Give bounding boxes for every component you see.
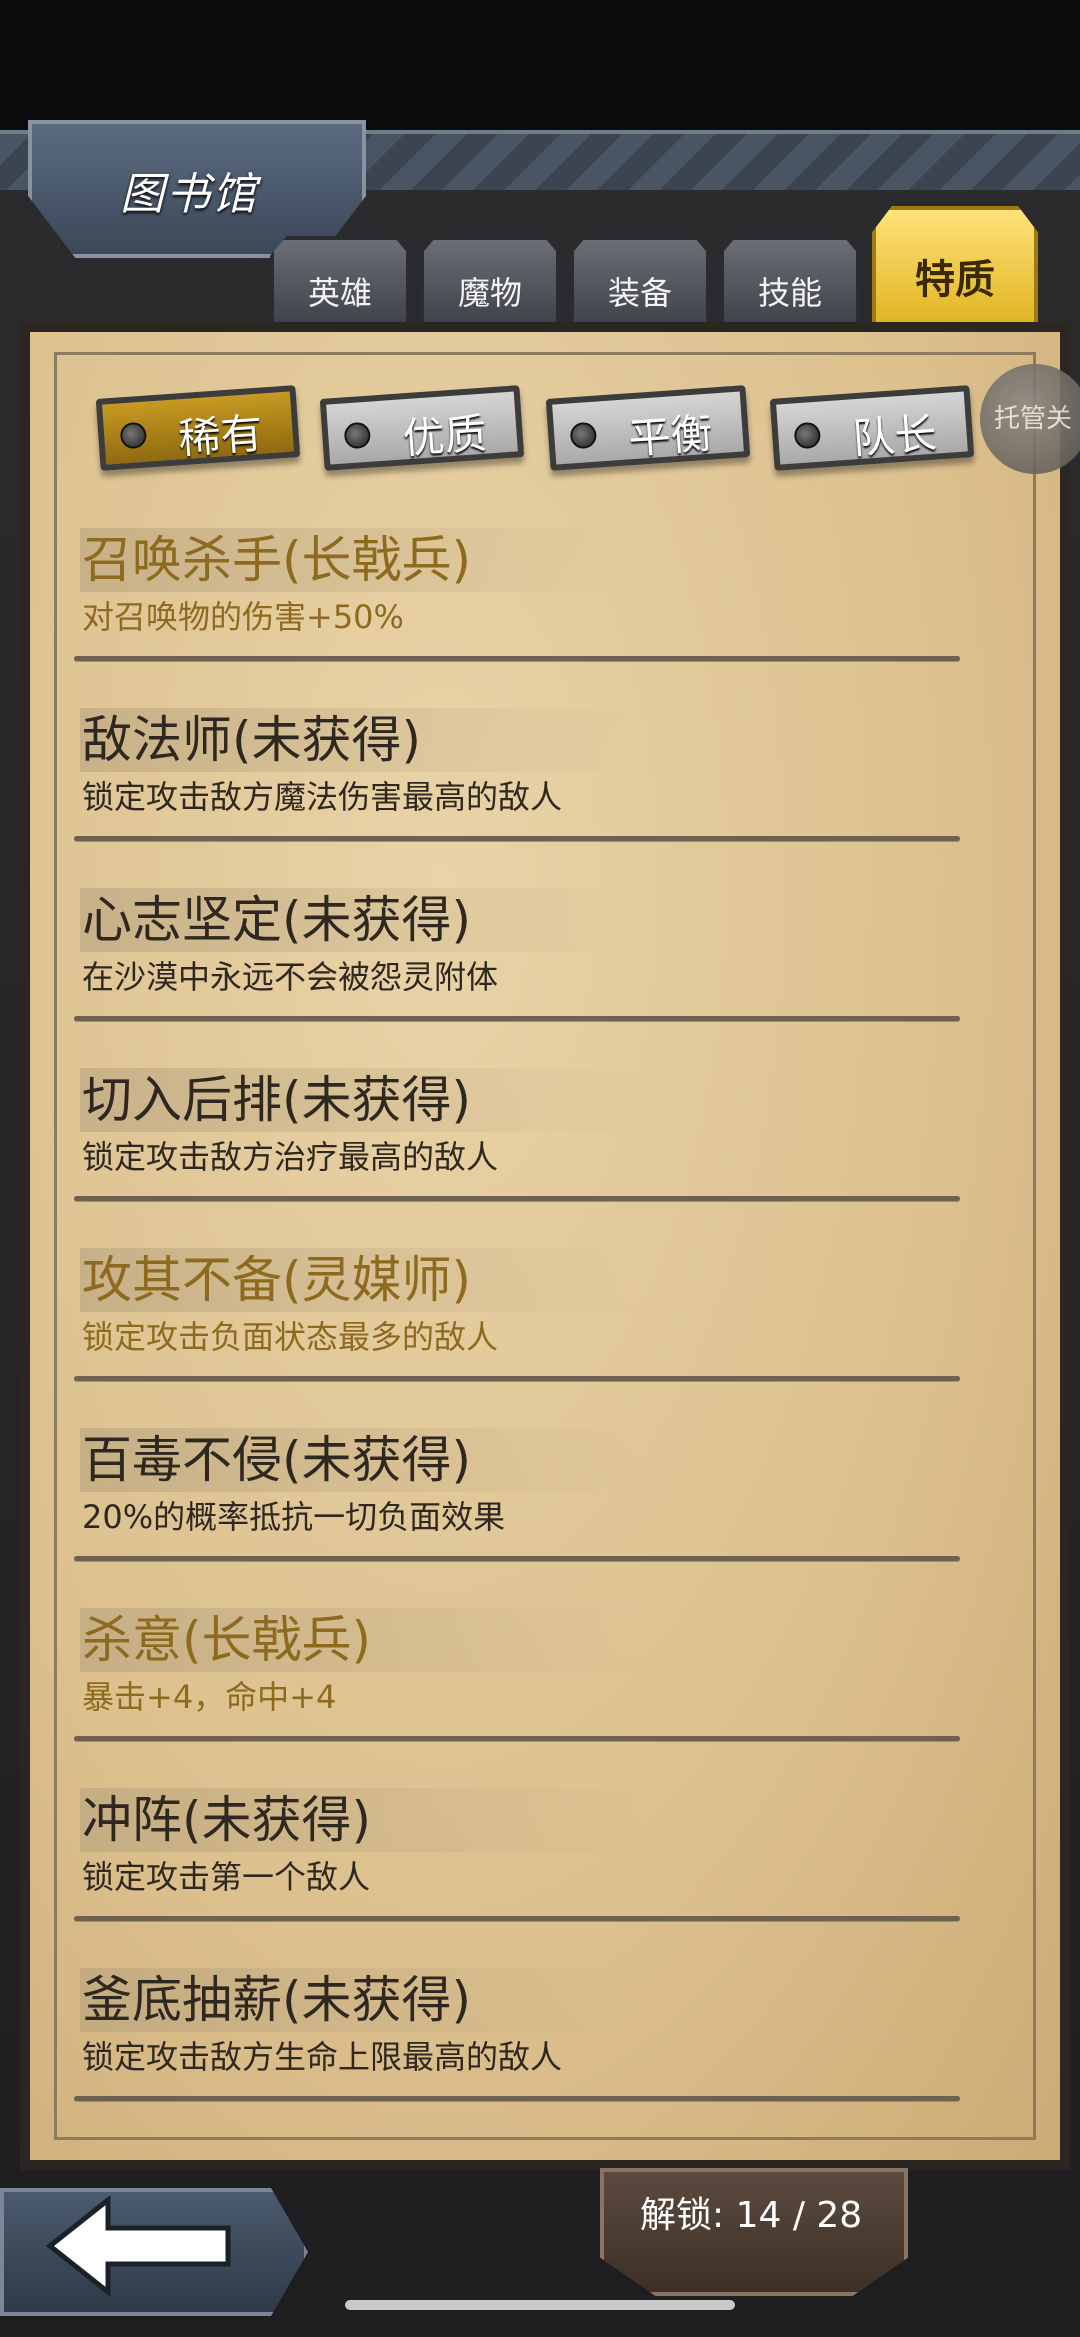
tab-label: 装备 — [607, 274, 672, 312]
subtab-label: 优质 — [400, 408, 489, 464]
trait-name: 敌法师(未获得) — [82, 711, 422, 769]
trait-item[interactable]: 心志坚定(未获得) 在沙漠中永远不会被怨灵附体 — [74, 880, 960, 1060]
tab-label: 技能 — [757, 274, 822, 312]
trait-desc: 锁定攻击敌方生命上限最高的敌人 — [82, 2038, 563, 2076]
subtab-label: 队长 — [850, 408, 939, 464]
trait-item[interactable]: 切入后排(未获得) 锁定攻击敌方治疗最高的敌人 — [74, 1060, 960, 1240]
rivet-icon — [793, 421, 822, 450]
trait-desc: 对召唤物的伤害+50% — [82, 598, 404, 636]
divider — [74, 836, 960, 841]
trait-item[interactable]: 敌法师(未获得) 锁定攻击敌方魔法伤害最高的敌人 — [74, 700, 960, 880]
subtab-label: 平衡 — [626, 408, 715, 464]
auto-toggle-label: 托管关 — [994, 404, 1073, 434]
tab-skills[interactable]: 技能 — [720, 236, 860, 326]
tab-label: 特质 — [915, 257, 995, 303]
divider — [74, 2096, 960, 2101]
status-bar-area — [0, 0, 1080, 130]
divider — [74, 1556, 960, 1561]
trait-item[interactable]: 百毒不侵(未获得) 20%的概率抵抗一切负面效果 — [74, 1420, 960, 1600]
trait-name: 釜底抽薪(未获得) — [82, 1971, 472, 2029]
trait-item[interactable]: 釜底抽薪(未获得) 锁定攻击敌方生命上限最高的敌人 — [74, 1960, 960, 2140]
back-arrow-icon[interactable] — [44, 2196, 234, 2296]
trait-desc: 20%的概率抵抗一切负面效果 — [82, 1498, 506, 1536]
trait-desc: 在沙漠中永远不会被怨灵附体 — [82, 958, 499, 996]
divider — [74, 1196, 960, 1201]
trait-item[interactable]: 冲阵(未获得) 锁定攻击第一个敌人 — [74, 1780, 960, 1960]
trait-name: 冲阵(未获得) — [82, 1791, 372, 1849]
trait-desc: 锁定攻击第一个敌人 — [82, 1858, 371, 1896]
trait-name: 切入后排(未获得) — [82, 1071, 472, 1129]
subtab-balance[interactable]: 平衡 — [545, 385, 751, 471]
subtab-label: 稀有 — [176, 408, 265, 464]
divider — [74, 1916, 960, 1921]
auto-toggle-button[interactable]: 托管关 — [980, 364, 1080, 474]
divider — [74, 656, 960, 661]
trait-item[interactable]: 召唤杀手(长戟兵) 对召唤物的伤害+50% — [74, 520, 960, 700]
rivet-icon — [119, 421, 148, 450]
trait-desc: 锁定攻击负面状态最多的敌人 — [82, 1318, 499, 1356]
trait-name: 杀意(长戟兵) — [82, 1611, 372, 1669]
tab-equipment[interactable]: 装备 — [570, 236, 710, 326]
rivet-icon — [343, 421, 372, 450]
tab-heroes[interactable]: 英雄 — [270, 236, 410, 326]
subtab-rare[interactable]: 稀有 — [95, 385, 301, 471]
tab-label: 魔物 — [457, 274, 522, 312]
tab-label: 英雄 — [307, 274, 372, 312]
page-title: 图书馆 — [120, 169, 258, 220]
trait-item[interactable]: 杀意(长戟兵) 暴击+4，命中+4 — [74, 1600, 960, 1780]
home-indicator[interactable] — [345, 2300, 735, 2310]
trait-name: 攻其不备(灵媒师) — [82, 1251, 472, 1309]
trait-item[interactable]: 攻其不备(灵媒师) 锁定攻击负面状态最多的敌人 — [74, 1240, 960, 1420]
subtab-quality[interactable]: 优质 — [319, 385, 525, 471]
trait-desc: 锁定攻击敌方魔法伤害最高的敌人 — [82, 778, 563, 816]
trait-name: 心志坚定(未获得) — [82, 891, 472, 949]
trait-name: 召唤杀手(长戟兵) — [82, 531, 472, 589]
divider — [74, 1016, 960, 1021]
tab-monsters[interactable]: 魔物 — [420, 236, 560, 326]
trait-desc: 暴击+4，命中+4 — [82, 1678, 337, 1716]
trait-name: 百毒不侵(未获得) — [82, 1431, 472, 1489]
unlock-count: 解锁: 14 / 28 — [640, 2195, 863, 2236]
rivet-icon — [569, 421, 598, 450]
trait-desc: 锁定攻击敌方治疗最高的敌人 — [82, 1138, 499, 1176]
subtab-leader[interactable]: 队长 — [769, 385, 975, 471]
divider — [74, 1736, 960, 1741]
divider — [74, 1376, 960, 1381]
tab-traits[interactable]: 特质 — [872, 206, 1038, 326]
